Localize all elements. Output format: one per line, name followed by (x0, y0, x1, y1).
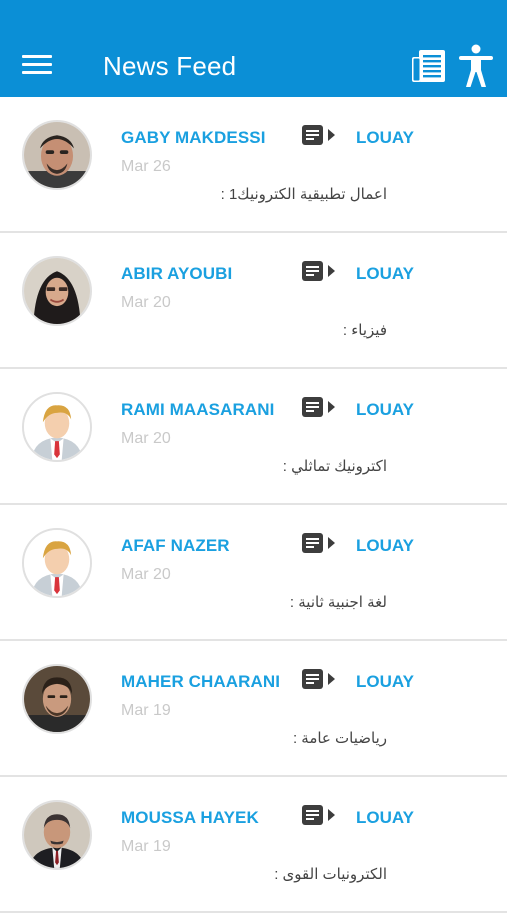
feed-item[interactable]: MAHER CHAARANI Mar 19 LOUAY رياضيات عامة… (0, 641, 507, 777)
author-name[interactable]: MAHER CHAARANI (121, 672, 280, 692)
post-arrow-icon (301, 260, 337, 282)
post-arrow-icon (301, 124, 337, 146)
post-date: Mar 19 (121, 702, 171, 719)
target-name[interactable]: LOUAY (356, 808, 414, 828)
target-name[interactable]: LOUAY (356, 264, 414, 284)
target-name[interactable]: LOUAY (356, 536, 414, 556)
author-name[interactable]: AFAF NAZER (121, 536, 230, 556)
target-name[interactable]: LOUAY (356, 128, 414, 148)
avatar[interactable] (22, 256, 92, 326)
news-feed-list: GABY MAKDESSI Mar 26 LOUAY اعمال تطبيقية… (0, 97, 507, 913)
post-date: Mar 20 (121, 294, 171, 311)
feed-item[interactable]: GABY MAKDESSI Mar 26 LOUAY اعمال تطبيقية… (0, 97, 507, 233)
avatar[interactable] (22, 800, 92, 870)
app-bar: News Feed (0, 0, 507, 97)
author-name[interactable]: MOUSSA HAYEK (121, 808, 259, 828)
avatar[interactable] (22, 120, 92, 190)
post-date: Mar 20 (121, 566, 171, 583)
post-date: Mar 26 (121, 158, 171, 175)
target-name[interactable]: LOUAY (356, 672, 414, 692)
post-subject: لغة اجنبية ثانية : (289, 594, 387, 611)
feed-item[interactable]: AFAF NAZER Mar 20 LOUAY لغة اجنبية ثانية… (0, 505, 507, 641)
post-arrow-icon (301, 532, 337, 554)
hamburger-menu-icon[interactable] (22, 51, 54, 77)
post-arrow-icon (301, 668, 337, 690)
author-name[interactable]: RAMI MAASARANI (121, 400, 274, 420)
post-subject: فيزياء : (342, 322, 387, 339)
feed-item[interactable]: RAMI MAASARANI Mar 20 LOUAY اكترونيك تما… (0, 369, 507, 505)
post-date: Mar 19 (121, 838, 171, 855)
avatar[interactable] (22, 664, 92, 734)
post-subject: اعمال تطبيقية الكترونيك1 : (220, 186, 387, 203)
post-subject: الكترونيات القوى : (274, 866, 387, 883)
author-name[interactable]: GABY MAKDESSI (121, 128, 266, 148)
accessibility-person-icon[interactable] (457, 44, 495, 88)
target-name[interactable]: LOUAY (356, 400, 414, 420)
avatar[interactable] (22, 392, 92, 462)
post-arrow-icon (301, 804, 337, 826)
page-title: News Feed (103, 51, 237, 81)
post-date: Mar 20 (121, 430, 171, 447)
post-subject: اكترونيك تماثلي : (282, 458, 387, 475)
avatar[interactable] (22, 528, 92, 598)
feed-item[interactable]: MOUSSA HAYEK Mar 19 LOUAY الكترونيات الق… (0, 777, 507, 913)
newspaper-icon[interactable] (410, 47, 448, 85)
author-name[interactable]: ABIR AYOUBI (121, 264, 232, 284)
post-subject: رياضيات عامة : (292, 730, 387, 747)
post-arrow-icon (301, 396, 337, 418)
feed-item[interactable]: ABIR AYOUBI Mar 20 LOUAY فيزياء : (0, 233, 507, 369)
